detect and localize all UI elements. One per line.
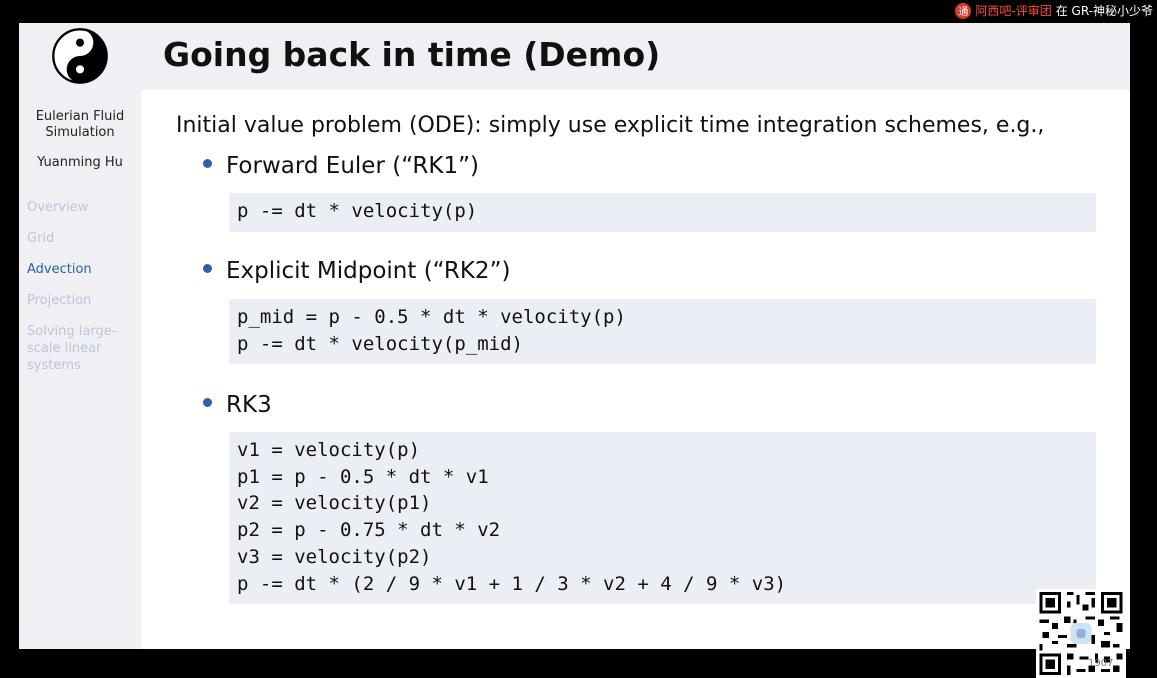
section-nav: Overview Grid Advection Projection Solvi…	[27, 199, 139, 388]
code-line: v2 = velocity(p1)	[237, 492, 432, 515]
code-line: p -= dt * velocity(p_mid)	[237, 332, 523, 355]
nav-item-advection[interactable]: Advection	[27, 261, 139, 278]
code-line: p -= dt * (2 / 9 * v1 + 1 / 3 * v2 + 4 /…	[237, 572, 787, 595]
code-line: v3 = velocity(p2)	[237, 545, 432, 568]
bullet-dot-icon	[203, 159, 212, 168]
bullet-label: Explicit Midpoint (“RK2”)	[226, 258, 511, 284]
bullet-dot-icon	[203, 398, 212, 407]
code-line: v1 = velocity(p)	[237, 439, 421, 461]
bullet-rk2: Explicit Midpoint (“RK2”)	[203, 258, 510, 284]
bullet-dot-icon	[203, 264, 212, 273]
slide-header: Going back in time (Demo)	[141, 23, 1130, 90]
code-line: p2 = p - 0.75 * dt * v2	[237, 519, 501, 542]
yin-yang-logo-icon	[51, 27, 109, 85]
code-block-rk1: p -= dt * velocity(p)	[229, 193, 1096, 232]
top-bar: 通 阿西吧-评审团 在 GR-神秘小少爷	[0, 0, 1157, 22]
slide-content: Initial value problem (ODE): simply use …	[141, 90, 1130, 649]
credit-rest: 在 GR-神秘小少爷	[1055, 4, 1153, 18]
code-block-rk2: p_mid = p - 0.5 * dt * velocity(p) p -= …	[229, 299, 1096, 365]
credit-highlight: 阿西吧-评审团	[975, 4, 1052, 18]
bullet-rk1: Forward Euler (“RK1”)	[203, 153, 479, 179]
nav-item-grid[interactable]: Grid	[27, 230, 139, 247]
nav-item-solving[interactable]: Solving large-scale linear systems	[27, 323, 139, 374]
bullet-label: RK3	[226, 392, 272, 418]
presentation-author: Yuanming Hu	[37, 155, 123, 170]
slide-title: Going back in time (Demo)	[163, 35, 661, 74]
badge-icon: 通	[955, 2, 972, 19]
presentation-title: Eulerian Fluid Simulation	[35, 109, 125, 140]
intro-text: Initial value problem (ODE): simply use …	[176, 113, 1045, 138]
nav-item-overview[interactable]: Overview	[27, 199, 139, 216]
bullet-label: Forward Euler (“RK1”)	[226, 153, 479, 179]
code-line: p -= dt * velocity(p)	[237, 200, 478, 222]
watermark-text: 1907	[1088, 658, 1114, 669]
code-block-rk3: v1 = velocity(p) p1 = p - 0.5 * dt * v1 …	[229, 432, 1096, 605]
slide: Eulerian Fluid Simulation Yuanming Hu Ov…	[19, 23, 1130, 649]
code-line: p_mid = p - 0.5 * dt * velocity(p)	[237, 306, 626, 328]
sidebar: Eulerian Fluid Simulation Yuanming Hu Ov…	[19, 23, 141, 649]
credit-text: 通 阿西吧-评审团 在 GR-神秘小少爷	[955, 2, 1153, 19]
nav-item-projection[interactable]: Projection	[27, 292, 139, 309]
code-line: p1 = p - 0.5 * dt * v1	[237, 465, 489, 488]
bullet-rk3: RK3	[203, 392, 272, 418]
